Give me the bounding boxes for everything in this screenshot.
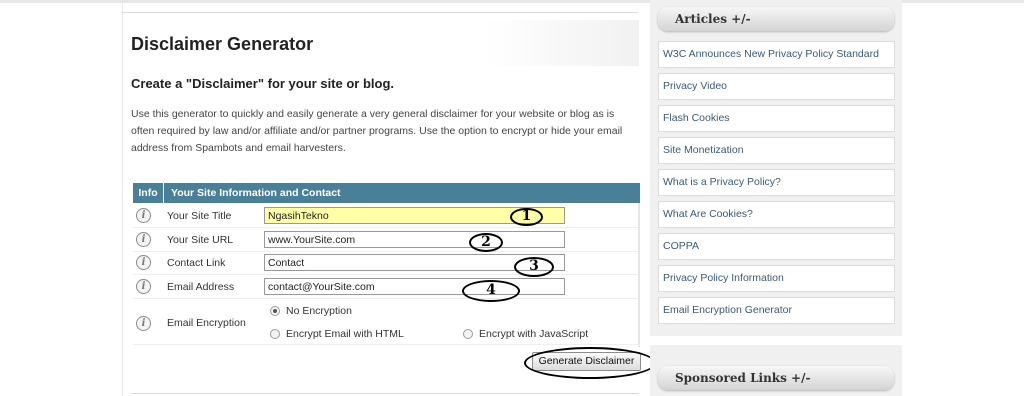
site-url-row: i Your Site URL bbox=[133, 229, 640, 252]
email-address-row: i Email Address bbox=[133, 276, 640, 299]
annotation-circle: 4 bbox=[462, 280, 520, 302]
form-header-title: Your Site Information and Contact bbox=[171, 187, 341, 199]
email-encryption-label: Email Encryption bbox=[167, 317, 246, 329]
sidebar: Articles +/- W3C Announces New Privacy P… bbox=[650, 0, 902, 396]
encrypt-html-label[interactable]: Encrypt Email with HTML bbox=[286, 328, 404, 340]
article-link[interactable]: W3C Announces New Privacy Policy Standar… bbox=[658, 41, 895, 68]
encrypt-javascript-radio[interactable] bbox=[463, 329, 473, 339]
encrypt-html-radio[interactable] bbox=[270, 329, 280, 339]
no-encryption-radio[interactable] bbox=[270, 306, 280, 316]
article-link[interactable]: What is a Privacy Policy? bbox=[658, 169, 895, 196]
annotation-circle: 2 bbox=[469, 233, 503, 252]
page-title: Disclaimer Generator bbox=[131, 34, 314, 54]
annotation-circle-button bbox=[524, 347, 656, 379]
form-header: Info Your Site Information and Contact bbox=[133, 183, 640, 203]
info-icon[interactable]: i bbox=[136, 208, 151, 223]
info-icon[interactable]: i bbox=[136, 279, 151, 294]
site-title-label: Your Site Title bbox=[167, 210, 232, 222]
email-address-label: Email Address bbox=[167, 281, 235, 293]
site-url-label: Your Site URL bbox=[167, 234, 234, 246]
article-link[interactable]: Privacy Video bbox=[658, 73, 895, 100]
site-title-row: i Your Site Title bbox=[133, 205, 640, 228]
annotation-circle: 1 bbox=[510, 208, 543, 226]
article-link[interactable]: What Are Cookies? bbox=[658, 201, 895, 228]
info-icon[interactable]: i bbox=[136, 316, 151, 331]
article-link[interactable]: Privacy Policy Information bbox=[658, 265, 895, 292]
sponsored-links-heading[interactable]: Sponsored Links +/- bbox=[658, 366, 894, 390]
info-column-header: Info bbox=[133, 183, 164, 203]
article-link[interactable]: Email Encryption Generator bbox=[658, 297, 895, 324]
site-url-input[interactable] bbox=[264, 231, 565, 248]
intro-text: Use this generator to quickly and easily… bbox=[131, 108, 623, 154]
info-icon[interactable]: i bbox=[136, 255, 151, 270]
info-icon[interactable]: i bbox=[136, 232, 151, 247]
email-encryption-row: i Email Encryption No Encryption Encrypt… bbox=[133, 297, 640, 345]
contact-link-row: i Contact Link bbox=[133, 252, 640, 275]
no-encryption-label[interactable]: No Encryption bbox=[286, 305, 352, 317]
articles-heading[interactable]: Articles +/- bbox=[658, 7, 894, 31]
email-address-input[interactable] bbox=[264, 278, 565, 295]
article-link[interactable]: COPPA bbox=[658, 233, 895, 260]
sidebar-gap bbox=[650, 336, 902, 345]
encrypt-javascript-label[interactable]: Encrypt with JavaScript bbox=[479, 328, 588, 340]
article-link[interactable]: Site Monetization bbox=[658, 137, 895, 164]
annotation-circle: 3 bbox=[514, 257, 554, 277]
page-subtitle: Create a "Disclaimer" for your site or b… bbox=[131, 76, 395, 91]
article-link[interactable]: Flash Cookies bbox=[658, 105, 895, 132]
divider bbox=[131, 393, 639, 394]
contact-link-label: Contact Link bbox=[167, 257, 226, 269]
divider bbox=[122, 12, 638, 13]
